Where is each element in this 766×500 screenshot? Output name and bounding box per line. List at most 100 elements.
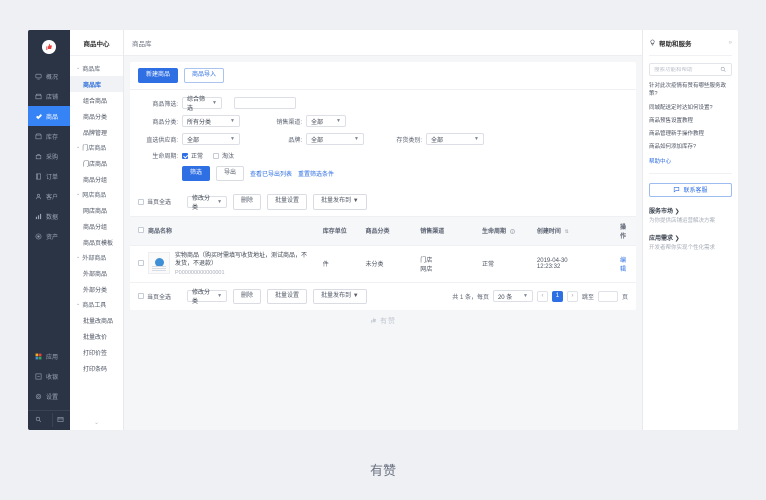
batch-settings-button[interactable]: 批量设置 bbox=[267, 289, 307, 304]
pagination: 共 1 条，每页 20 条 ▼ ‹ 1 › 跳至 页 bbox=[373, 290, 628, 302]
help-center-link[interactable]: 帮助中心 bbox=[649, 157, 732, 165]
import-product-button[interactable]: 商品导入 bbox=[184, 68, 224, 83]
subnav-item-goods-page-template[interactable]: 商品页模板 bbox=[70, 234, 123, 250]
sort-icon[interactable]: ⇅ bbox=[565, 229, 569, 235]
sidebar-item-stock[interactable]: 库存 bbox=[28, 126, 70, 146]
service-market-link[interactable]: 服务市场 ❯ bbox=[649, 206, 732, 215]
subnav-item-batch-edit-price[interactable]: 批量改价 bbox=[70, 328, 123, 344]
select-all-bottom[interactable]: 当页全选 bbox=[138, 292, 181, 301]
export-button[interactable]: 导出 bbox=[216, 166, 244, 181]
subnav-group-label: 网店商品 bbox=[82, 190, 106, 199]
batch-publish-dropdown[interactable]: 批量发布到 ▼ bbox=[313, 194, 367, 209]
header-select-all-checkbox[interactable] bbox=[138, 227, 144, 233]
header-stock-unit[interactable]: 库存单位 bbox=[321, 216, 364, 245]
row-select-checkbox[interactable] bbox=[138, 260, 144, 266]
sidebar-item-settings[interactable]: 设置 bbox=[28, 386, 70, 406]
change-category-dropdown[interactable]: 修改分类 ▼ bbox=[187, 290, 227, 302]
filter-submit-button[interactable]: 筛选 bbox=[182, 166, 210, 181]
subnav-item-store-goods-group[interactable]: 商品分组 bbox=[70, 171, 123, 187]
chevron-down-icon[interactable]: ⌄ bbox=[70, 414, 123, 430]
subnav-item-online-goods-group[interactable]: 商品分组 bbox=[70, 218, 123, 234]
subnav-group-online-goods[interactable]: ⌄ 网店商品 bbox=[70, 187, 123, 202]
sidebar-item-data[interactable]: 数据 bbox=[28, 206, 70, 226]
inventory-type-select[interactable]: 全部 ▼ bbox=[426, 133, 484, 145]
help-article-4[interactable]: 商品如何添加库存? bbox=[649, 143, 732, 151]
select-all-top[interactable]: 当页全选 bbox=[138, 197, 181, 206]
header-sales-channel[interactable]: 销售渠道 bbox=[418, 216, 480, 245]
subnav-item-batch-edit-goods[interactable]: 批量改商品 bbox=[70, 312, 123, 328]
help-search-box[interactable] bbox=[649, 63, 732, 76]
brand-select[interactable]: 全部 ▼ bbox=[306, 133, 364, 145]
subnav-item-online-goods[interactable]: 网店商品 bbox=[70, 202, 123, 218]
sidebar-item-overview[interactable]: 概况 bbox=[28, 66, 70, 86]
subnav-group-goods-library[interactable]: ⌄ 商品库 bbox=[70, 61, 123, 76]
help-article-0[interactable]: 针对此次疫情有赞有哪些服务政策? bbox=[649, 82, 732, 99]
page-size-select[interactable]: 20 条 ▼ bbox=[493, 290, 533, 302]
help-article-3[interactable]: 商品管理新手操作教程 bbox=[649, 130, 732, 138]
subnav-item-goods-category[interactable]: 商品分类 bbox=[70, 108, 123, 124]
subnav-item-print-price-tag[interactable]: 打印价签 bbox=[70, 344, 123, 360]
delete-button[interactable]: 删除 bbox=[233, 194, 261, 209]
sidebar-logo[interactable] bbox=[28, 34, 70, 60]
sidebar-item-cashier[interactable]: 收银 bbox=[28, 366, 70, 386]
help-search-input[interactable] bbox=[654, 67, 720, 73]
lifecycle-obsolete-checkbox[interactable] bbox=[213, 153, 219, 159]
prev-page-button[interactable]: ‹ bbox=[537, 291, 548, 302]
channel-select[interactable]: 全部 ▼ bbox=[306, 115, 346, 127]
select-all-checkbox[interactable] bbox=[138, 199, 144, 205]
jump-page-input[interactable] bbox=[598, 291, 618, 302]
header-lifecycle[interactable]: 生命周期 i bbox=[480, 216, 535, 245]
subnav-item-print-barcode[interactable]: 打印条码 bbox=[70, 360, 123, 376]
subnav-group-external-goods[interactable]: ⌄ 外部商品 bbox=[70, 250, 123, 265]
batch-publish-dropdown[interactable]: 批量发布到 ▼ bbox=[313, 289, 367, 304]
sidebar-item-order[interactable]: 订单 bbox=[28, 166, 70, 186]
select-all-checkbox[interactable] bbox=[138, 293, 144, 299]
sidebar-item-purchase[interactable]: 采购 bbox=[28, 146, 70, 166]
delete-button[interactable]: 删除 bbox=[233, 289, 261, 304]
search-icon[interactable] bbox=[720, 66, 727, 73]
help-article-1[interactable]: 同城配送定时达如何设置? bbox=[649, 104, 732, 112]
jump-label: 跳至 bbox=[582, 292, 594, 301]
table-row[interactable]: 实物商品（购买时需填写收货地址，测试商品，不发货，不退款） P000000000… bbox=[130, 245, 636, 282]
subnav-item-combo-goods[interactable]: 组合商品 bbox=[70, 92, 123, 108]
lifecycle-normal-checkbox[interactable] bbox=[182, 153, 188, 159]
select-all-label: 当页全选 bbox=[147, 197, 171, 206]
header-created-time[interactable]: 创建时间 ⇅ bbox=[535, 216, 618, 245]
product-filter-select[interactable]: 综合筛选 ▼ bbox=[182, 97, 222, 109]
help-article-2[interactable]: 商品预售设置教程 bbox=[649, 117, 732, 125]
edit-link[interactable]: 编辑 bbox=[620, 258, 626, 273]
sidebar-item-goods[interactable]: 商品 bbox=[28, 106, 70, 126]
product-thumbnail[interactable] bbox=[148, 252, 170, 274]
search-icon[interactable] bbox=[31, 413, 47, 427]
subnav-item-external-category[interactable]: 外部分类 bbox=[70, 281, 123, 297]
contact-support-button[interactable]: 联系客服 bbox=[649, 183, 732, 197]
product-keyword-input[interactable] bbox=[234, 97, 296, 109]
subnav-item-goods-library[interactable]: 商品库 bbox=[70, 76, 123, 92]
subnav-group-store-goods[interactable]: ⌄ 门店商品 bbox=[70, 140, 123, 155]
header-product-name[interactable]: 商品名称 bbox=[146, 216, 321, 245]
batch-settings-button[interactable]: 批量设置 bbox=[267, 194, 307, 209]
view-exported-list-link[interactable]: 查看已导出列表 bbox=[250, 169, 292, 178]
filter-label-brand: 品牌: bbox=[262, 135, 302, 144]
chevron-right-icon[interactable]: » bbox=[729, 40, 732, 46]
sidebar-item-customer[interactable]: 客户 bbox=[28, 186, 70, 206]
reset-filters-link[interactable]: 重置筛选条件 bbox=[298, 169, 334, 178]
subnav-item-brand-management[interactable]: 品牌管理 bbox=[70, 124, 123, 140]
page-number-1[interactable]: 1 bbox=[552, 291, 563, 302]
supplier-select[interactable]: 全部 ▼ bbox=[182, 133, 240, 145]
subnav-group-goods-tools[interactable]: ⌄ 商品工具 bbox=[70, 297, 123, 312]
panel-icon[interactable] bbox=[52, 413, 68, 427]
category-select[interactable]: 所有分类 ▼ bbox=[182, 115, 240, 127]
sidebar-item-shop[interactable]: 店铺 bbox=[28, 86, 70, 106]
info-icon[interactable]: i bbox=[510, 229, 516, 235]
app-demand-link[interactable]: 应用需求 ❯ bbox=[649, 233, 732, 242]
product-name[interactable]: 实物商品（购买时需填写收货地址，测试商品，不发货，不退款） bbox=[175, 252, 307, 268]
sidebar-item-asset[interactable]: 资产 bbox=[28, 226, 70, 246]
subnav-item-external-goods[interactable]: 外部商品 bbox=[70, 265, 123, 281]
change-category-dropdown[interactable]: 修改分类 ▼ bbox=[187, 196, 227, 208]
next-page-button[interactable]: › bbox=[567, 291, 578, 302]
new-product-button[interactable]: 新建商品 bbox=[138, 68, 178, 83]
subnav-item-store-goods[interactable]: 门店商品 bbox=[70, 155, 123, 171]
sidebar-item-apps[interactable]: 应用 bbox=[28, 346, 70, 366]
header-product-category[interactable]: 商品分类 bbox=[364, 216, 419, 245]
